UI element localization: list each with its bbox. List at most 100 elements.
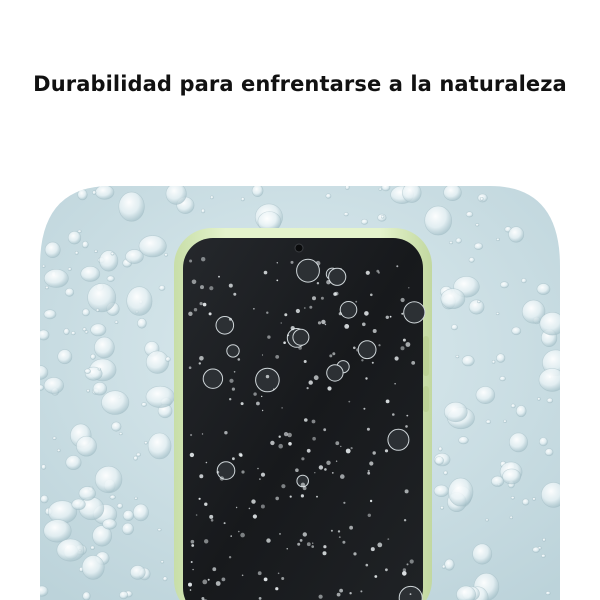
screen-droplet [284, 313, 288, 317]
screen-droplet [308, 380, 313, 385]
water-droplet [475, 223, 480, 227]
screen-droplet [276, 262, 278, 264]
screen-droplet [219, 476, 225, 481]
screen-droplet [241, 470, 245, 474]
screen-droplet [202, 368, 224, 389]
water-droplet [137, 318, 147, 329]
screen-droplet [377, 542, 383, 548]
water-droplet [479, 196, 484, 201]
screen-droplet [201, 257, 206, 262]
screen-droplet [389, 315, 392, 318]
water-droplet [440, 288, 466, 309]
screen-droplet [278, 435, 281, 438]
water-droplet [461, 355, 475, 367]
screen-droplet [240, 402, 244, 406]
screen-droplet [340, 445, 342, 448]
water-droplet [502, 468, 522, 485]
water-droplet [472, 543, 493, 565]
screen-droplet [303, 307, 306, 309]
water-droplet [440, 505, 445, 510]
water-droplet [475, 386, 496, 405]
water-droplet [510, 496, 515, 500]
screen-droplet [198, 362, 201, 365]
screen-droplet [216, 461, 236, 480]
screen-droplet [253, 308, 255, 310]
screen-droplet [385, 568, 388, 572]
water-droplet [508, 226, 525, 243]
screen-droplet [257, 571, 262, 576]
screen-droplet [229, 398, 232, 401]
screen-droplet [402, 571, 407, 576]
water-droplet [65, 455, 82, 470]
screen-droplet [364, 311, 369, 316]
screen-droplet [317, 321, 322, 325]
water-droplet [201, 208, 206, 214]
screen-droplet [273, 388, 275, 390]
screen-droplet [324, 468, 327, 471]
screen-droplet [267, 335, 271, 339]
screen-droplet [384, 449, 389, 453]
screen-droplet [409, 593, 412, 595]
screen-droplet [369, 499, 373, 503]
water-droplet [110, 251, 115, 256]
screen-droplet [362, 322, 366, 327]
screen-droplet [263, 270, 268, 275]
screen-droplet [311, 419, 316, 424]
screen-droplet [387, 538, 390, 540]
screen-droplet [340, 474, 345, 479]
screen-droplet [408, 287, 410, 289]
water-droplet [40, 329, 50, 341]
screen-droplet [277, 572, 280, 575]
screen-droplet [313, 375, 319, 381]
screen-droplet [290, 326, 295, 331]
water-droplet [56, 448, 61, 453]
water-droplet [90, 353, 96, 360]
screen-droplet [200, 285, 204, 290]
water-droplet [95, 308, 100, 313]
screen-droplet [226, 344, 240, 358]
water-droplet [508, 432, 528, 453]
screen-droplet [306, 387, 309, 390]
screen-droplet [281, 577, 285, 580]
water-droplet [41, 464, 47, 470]
screen-droplet [191, 544, 195, 547]
screen-droplet [338, 312, 342, 316]
water-droplet [132, 503, 149, 522]
water-droplet [76, 435, 97, 457]
screen-droplet [316, 282, 320, 285]
screen-droplet [205, 461, 208, 464]
water-droplet [141, 402, 147, 407]
screen-droplet [394, 383, 396, 385]
water-droplet [510, 403, 516, 409]
screen-droplet [396, 265, 399, 268]
screen-droplet [394, 356, 399, 361]
water-droplet [63, 328, 70, 336]
screen-droplet [406, 414, 409, 417]
water-droplet [41, 264, 46, 268]
water-droplet [344, 186, 350, 190]
water-droplet [485, 419, 492, 425]
screen-droplet [199, 302, 203, 306]
screen-droplet [372, 329, 377, 333]
screen-droplet [218, 275, 220, 278]
screen-droplet [369, 461, 374, 466]
screen-droplet [283, 341, 286, 344]
water-droplet [547, 186, 552, 190]
phone-water-scene [40, 186, 560, 600]
screen-droplet [303, 360, 307, 363]
screen-droplet [306, 542, 311, 547]
water-droplet [82, 591, 91, 600]
screen-droplet [387, 428, 410, 451]
screen-droplet [204, 539, 209, 544]
water-droplet [210, 195, 214, 200]
water-droplet [455, 355, 460, 359]
water-droplet [468, 257, 475, 263]
screen-droplet [190, 561, 193, 563]
water-droplet [165, 186, 187, 205]
screen-droplet [366, 427, 370, 431]
screen-droplet [208, 312, 212, 316]
screen-droplet [189, 589, 192, 591]
screen-droplet [266, 538, 271, 543]
screen-droplet [353, 552, 357, 556]
water-droplet [116, 503, 123, 509]
